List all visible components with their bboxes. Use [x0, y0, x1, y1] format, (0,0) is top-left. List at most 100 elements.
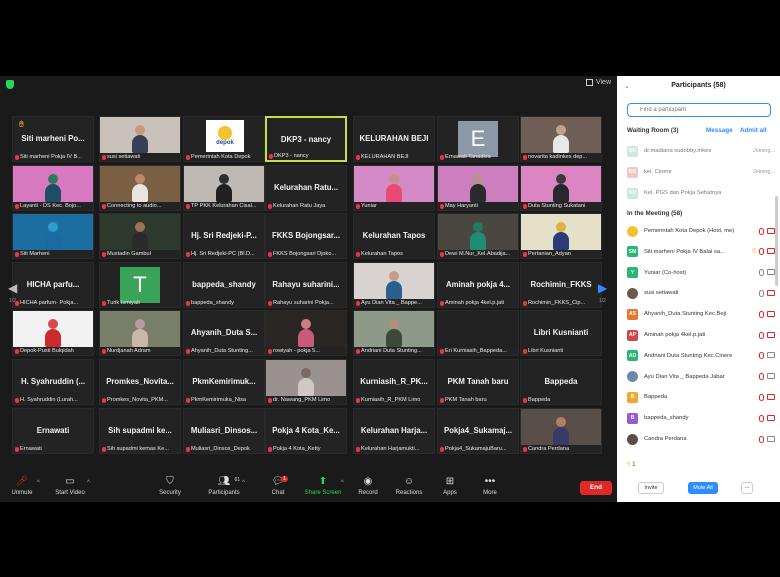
participant-tile[interactable]: depok Pemerintah Kota Depok — [183, 116, 265, 162]
participant-name: Pemerintah Kota Depok (Host, me) — [644, 228, 735, 234]
member-row[interactable]: AP Aminah pokja 4kel.p.jati — [627, 328, 775, 342]
participant-tile[interactable]: KELURAHAN BEJI KELURAHAN BEJI — [353, 116, 435, 162]
participant-tile[interactable]: Bappeda Bappeda — [520, 359, 602, 405]
apps-button[interactable]: ⊞ Apps — [430, 476, 470, 496]
participant-tile[interactable]: Yuniar — [353, 165, 435, 211]
previous-page-arrow-icon[interactable]: ◀ — [8, 281, 17, 295]
participant-tile[interactable]: T Turik Ismiyati — [99, 262, 181, 308]
participant-tile[interactable]: Andriani Duta Stunting... — [353, 310, 435, 356]
participant-name: susi setiawati — [107, 154, 141, 160]
participant-tile[interactable]: H. Syahruddin (... H. Syahruddin (Lurah..… — [12, 359, 94, 405]
participants-button[interactable]: 👥︎ 61 Participants — [204, 476, 244, 496]
member-row[interactable]: B Bappeda — [627, 390, 775, 404]
participant-tile[interactable]: Siti marheni Po... ✋︎ Siti marheni Pokja I… — [12, 116, 94, 162]
participant-tile[interactable]: Kelurahan Ratu... Kelurahan Ratu Jaya — [265, 165, 347, 211]
participant-tile[interactable]: Nurdjanah Adram — [99, 310, 181, 356]
participant-name-label: Libri Kusnianti — [523, 348, 599, 354]
message-link[interactable]: Message — [706, 127, 733, 134]
participant-tile[interactable]: Muliasri_Dinsos... Muliasri_Dinsos_Depok — [183, 408, 265, 454]
participant-tile[interactable]: Rahayu suharini... Rahayu suharini Pokja.… — [265, 262, 347, 308]
participant-name-label: Siti marheni Pokja IV B... — [15, 154, 91, 160]
chat-button[interactable]: 💬︎ 1 Chat — [258, 476, 298, 496]
scrollbar[interactable] — [775, 196, 778, 286]
participant-tile[interactable]: Mustadin Gambul — [99, 213, 181, 259]
end-meeting-button[interactable]: End — [580, 481, 612, 495]
participant-name-label: PkmKemirimuka_Nisa — [186, 397, 262, 403]
member-row[interactable]: AS Ahyanih_Duta Stunting Kec.Beji — [627, 307, 775, 321]
participant-tile[interactable]: Sih supadmi ke... Sih supadmi kemas Ke... — [99, 408, 181, 454]
participant-tile[interactable]: E Ernawati Tanadiva — [437, 116, 519, 162]
shield-icon[interactable] — [6, 80, 14, 89]
waiting-room-header[interactable]: Waiting Room (3) — [627, 127, 679, 134]
video-off-icon — [767, 331, 775, 338]
find-participant-input[interactable] — [627, 103, 771, 117]
share-screen-button[interactable]: ⬆ Share Screen — [303, 476, 343, 496]
reactions-button[interactable]: ☺ Reactions — [389, 476, 429, 496]
participant-tile[interactable]: TP PKK Kelurahan Cisal... — [183, 165, 265, 211]
participant-tile[interactable]: Candra Perdana — [520, 408, 602, 454]
participant-tile[interactable]: Kelurahan Tapos Kelurahan Tapos — [353, 213, 435, 259]
participant-tile[interactable]: May Haryanti — [437, 165, 519, 211]
participant-tile[interactable]: FKKS Bojongsar... FKKS Bojongsari Djoko..… — [265, 213, 347, 259]
participant-tile[interactable]: Ayu Dian Vita _ Bappe... — [353, 262, 435, 308]
participant-tile[interactable]: Ernawati Ernawati — [12, 408, 94, 454]
admit-all-link[interactable]: Admit all — [740, 127, 767, 134]
waiting-participant-row[interactable]: DR dr.madiana sudobby.mkes Joining... — [627, 144, 775, 158]
participant-tile[interactable]: Pertanian_Adyan — [520, 213, 602, 259]
participant-tile[interactable]: Pokja4_Sukamaj... Pokja4_SukamajuBaru... — [437, 408, 519, 454]
chevron-up-icon[interactable]: ^ — [37, 480, 40, 486]
participant-name: Sih supadmi kemas Ke... — [107, 446, 169, 452]
member-row[interactable]: Ayu Dian Vita _ Bappeda Jabar — [627, 370, 775, 384]
participant-tile[interactable]: Pokja 4 Kota_Ke... Pokja 4 Kota_Ketty — [265, 408, 347, 454]
member-row[interactable]: susi setiawati — [627, 286, 775, 300]
unmute-button[interactable]: 🎤︎ Unmute — [2, 476, 42, 496]
participant-tile[interactable]: susi setiawati — [99, 116, 181, 162]
participant-tile[interactable]: novarita kadinkes dep... — [520, 116, 602, 162]
participant-tile[interactable]: Kurniasih_R_PK... Kurniasih_R_PKM Limo — [353, 359, 435, 405]
panel-more-button[interactable]: ... — [741, 482, 753, 494]
more-button[interactable]: ••• More — [470, 476, 510, 496]
participant-tile[interactable]: Aminah pokja 4... Aminah pokja 4kel.p.jat… — [437, 262, 519, 308]
participant-tile[interactable]: PkmKemirimuk... PkmKemirimuka_Nisa — [183, 359, 265, 405]
member-row[interactable]: Pemerintah Kota Depok (Host, me) — [627, 224, 775, 238]
participant-name: Rahayu suharini Pokja... — [273, 300, 334, 306]
participant-tile[interactable]: Promkes_Novita... Promkes_Novita_PKM... — [99, 359, 181, 405]
next-page-arrow-icon[interactable]: ▶ — [598, 281, 607, 295]
invite-button[interactable]: Invite — [638, 482, 664, 494]
participant-tile[interactable]: Depok-Pusti Bulqidah — [12, 310, 94, 356]
participant-tile[interactable]: DKP3 - nancy DKP3 - nancy — [265, 116, 347, 162]
chevron-up-icon[interactable]: ^ — [87, 480, 90, 486]
member-row[interactable]: AD Andriani Duta Stunting Kec.Cinere — [627, 349, 775, 363]
participant-tile[interactable]: Rochimin_FKKS Rochimin_FKKS_Cip... — [520, 262, 602, 308]
participant-tile[interactable]: Eri Kurniasih_Bappeda... — [437, 310, 519, 356]
member-row[interactable]: Candra Perdana — [627, 432, 775, 446]
waiting-participant-row[interactable]: KC kel. Cinere Joining... — [627, 165, 775, 179]
participant-tile[interactable]: Duta Stunting Sukatani — [520, 165, 602, 211]
waiting-participant-row[interactable]: KP Kel. PGS dan Pokja Sehatnya — [627, 186, 775, 200]
participant-tile[interactable]: Hj. Sri Redjeki-P... Hj. Sri Redjeki-PC (… — [183, 213, 265, 259]
participant-tile[interactable]: dr. Nawang_PKM Limo — [265, 359, 347, 405]
participant-tile[interactable]: Kelurahan Harja... Kelurahan Harjamukti..… — [353, 408, 435, 454]
video-icon — [767, 352, 775, 359]
security-button[interactable]: ⛉ Security — [150, 476, 190, 496]
participant-tile[interactable]: bappeda_shandy bappeda_shandy — [183, 262, 265, 308]
in-meeting-header[interactable]: In the Meeting (58) — [627, 210, 682, 217]
participant-tile[interactable]: Dewi M.Nur_Kel.Abadija... — [437, 213, 519, 259]
participant-tile[interactable]: PKM Tanah baru PKM Tanah baru — [437, 359, 519, 405]
chevron-up-icon[interactable]: ^ — [341, 480, 344, 486]
mute-all-button[interactable]: Mute All — [688, 482, 718, 494]
participant-tile[interactable]: Ahyanih_Duta S... Ahyanih_Duta Stunting..… — [183, 310, 265, 356]
member-row[interactable]: Bbappeda_shandy — [627, 411, 775, 425]
member-row[interactable]: SM Siti marheni Pokja IV Balai sa... ✋︎ — [627, 245, 775, 259]
participant-tile[interactable]: HICHA parfu... HICHA parfum- Pokja... — [12, 262, 94, 308]
participant-tile[interactable]: Siti Marheni — [12, 213, 94, 259]
record-button[interactable]: ◉ Record — [348, 476, 388, 496]
chevron-up-icon[interactable]: ^ — [242, 480, 245, 486]
start-video-button[interactable]: ▭ Start Video — [50, 476, 90, 496]
member-row[interactable]: Y Yuniar (Co-host) — [627, 266, 775, 280]
participant-tile[interactable]: rowiyah - pokja 5... — [265, 310, 347, 356]
participant-tile[interactable]: Connecting to audio... — [99, 165, 181, 211]
view-button[interactable]: View — [585, 79, 611, 86]
participant-tile[interactable]: Layanti - DS Kec. Bojo... — [12, 165, 94, 211]
participant-tile[interactable]: Libri Kusnianti Libri Kusnianti — [520, 310, 602, 356]
